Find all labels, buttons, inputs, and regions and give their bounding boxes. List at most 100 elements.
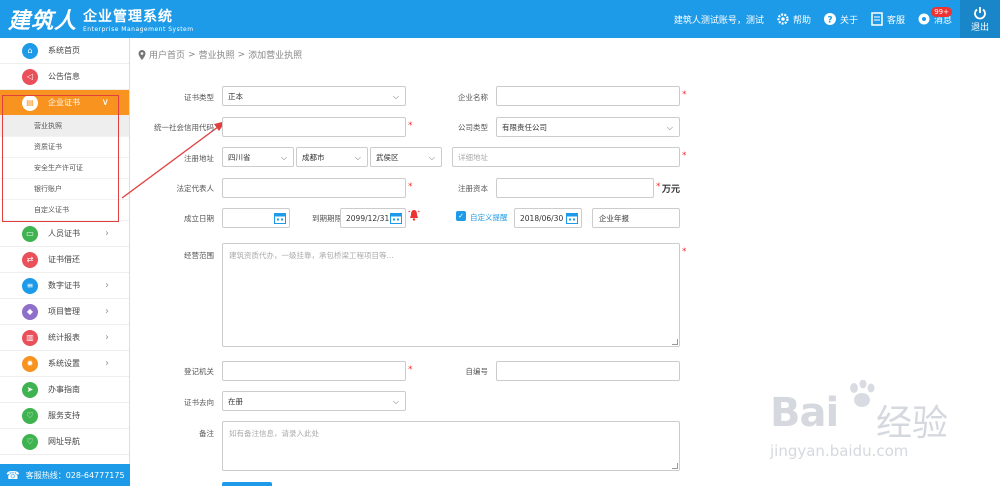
sidebar-item-guide[interactable]: ➤ 办事指南 (0, 377, 129, 403)
breadcrumb: 用户首页 > 营业执照 > 添加营业执照 (138, 48, 302, 61)
sidebar-item-company-cert[interactable]: ▤ 企业证书 ∨ (0, 90, 129, 116)
sidebar-item-label: 网址导航 (48, 437, 80, 446)
app-logo[interactable]: 建筑人 企业管理系统 Enterprise Management System (8, 4, 194, 35)
company-type-select[interactable]: 有限责任公司 ⌵ (496, 117, 680, 137)
remind-date-value: 2018/06/30 (520, 213, 564, 223)
expiry-label: 到期期限 (312, 214, 342, 223)
direction-select[interactable]: 在册 ⌵ (222, 391, 406, 411)
expiry-date-input[interactable]: 2099/12/31 (340, 208, 406, 228)
custom-remind-checkbox[interactable]: ✓ (456, 211, 466, 221)
required-mark: * (682, 247, 687, 257)
logo-subtitle-block: 企业管理系统 Enterprise Management System (83, 6, 194, 33)
sidebar-item-personnel-cert[interactable]: ▭ 人员证书 › (0, 221, 129, 247)
submenu-bank-account[interactable]: 银行账户 (0, 179, 129, 200)
graduation-cap-icon: ◆ (22, 303, 38, 320)
breadcrumb-separator: > (237, 49, 246, 60)
sidebar-item-project[interactable]: ◆ 项目管理 › (0, 299, 129, 325)
chevron-down-icon: ⌵ (428, 153, 435, 162)
company-name-input[interactable] (496, 86, 680, 106)
logo-subtitle: Enterprise Management System (83, 25, 194, 33)
credit-code-label: 统一社会信用代码 (154, 123, 214, 132)
submenu-qualification-cert[interactable]: 资质证书 (0, 137, 129, 158)
sidebar-item-label: 统计报表 (48, 333, 80, 342)
calendar-icon[interactable] (274, 212, 286, 224)
required-mark: * (682, 151, 687, 161)
remind-text-input[interactable]: 企业年报 (592, 208, 680, 228)
watermark-brand: Bai (770, 390, 839, 436)
legal-rep-input[interactable] (222, 178, 406, 198)
remind-text-value: 企业年报 (599, 213, 629, 223)
watermark-url: jingyan.baidu.com (770, 442, 909, 460)
sidebar-item-digital-cert[interactable]: ≡ 数字证书 › (0, 273, 129, 299)
cert-type-value: 正本 (228, 91, 243, 101)
district-value: 武侯区 (376, 152, 399, 162)
exit-button[interactable]: 退出 (960, 0, 1000, 38)
about-button[interactable]: ? 关于 (823, 12, 858, 26)
detail-address-placeholder: 详细地址 (458, 152, 488, 162)
alarm-bell-icon[interactable] (408, 209, 420, 221)
resize-handle[interactable] (672, 339, 678, 345)
chevron-down-icon: ⌵ (392, 92, 399, 101)
megaphone-icon: ◁ (22, 68, 38, 85)
sidebar-item-settings[interactable]: ✹ 系统设置 › (0, 351, 129, 377)
province-select[interactable]: 四川省 ⌵ (222, 147, 294, 167)
submenu-custom-cert[interactable]: 自定义证书 (0, 200, 129, 221)
sidebar-item-label: 证书借还 (48, 255, 80, 264)
credit-code-input[interactable] (222, 117, 406, 137)
account-name[interactable]: 建筑人测试账号，测试 (674, 13, 764, 26)
cert-type-select[interactable]: 正本 ⌵ (222, 86, 406, 106)
capital-label: 注册资本 (458, 184, 488, 193)
resize-handle[interactable] (672, 463, 678, 469)
submenu-safety-license[interactable]: 安全生产许可证 (0, 158, 129, 179)
sidebar-item-cert-borrow[interactable]: ⇄ 证书借还 (0, 247, 129, 273)
submenu-business-license[interactable]: 营业执照 (0, 116, 129, 137)
company-type-value: 有限责任公司 (502, 122, 547, 132)
found-date-input[interactable] (222, 208, 290, 228)
code-input[interactable] (496, 361, 680, 381)
gear-icon (777, 13, 789, 25)
sidebar-item-reports[interactable]: ▥ 统计报表 › (0, 325, 129, 351)
remind-date-input[interactable]: 2018/06/30 (514, 208, 582, 228)
chevron-down-icon: ⌵ (392, 397, 399, 406)
calendar-icon[interactable] (566, 212, 578, 224)
sidebar-item-support[interactable]: ♡ 服务支持 (0, 403, 129, 429)
service-label: 客服 (886, 15, 905, 26)
calendar-icon[interactable] (390, 212, 402, 224)
required-mark: * (408, 365, 413, 375)
custom-remind-label[interactable]: 自定义提醒 (470, 212, 508, 223)
capital-input[interactable] (496, 178, 654, 198)
help-button[interactable]: 帮助 (776, 12, 811, 26)
service-button[interactable]: 客服 (870, 12, 905, 26)
found-date-label: 成立日期 (184, 214, 214, 223)
exit-label: 退出 (970, 22, 989, 33)
city-value: 成都市 (302, 152, 325, 162)
location-pin-icon (138, 49, 146, 60)
scope-textarea[interactable]: 建筑资质代办，一级挂靠，承包桥梁工程项目等... (222, 243, 680, 347)
paper-plane-icon: ➤ (22, 381, 38, 398)
power-icon (974, 6, 986, 19)
remark-placeholder: 如有备注信息，请录入此处 (229, 429, 319, 438)
required-mark: * (682, 90, 687, 100)
scope-label: 经营范围 (184, 251, 214, 260)
sidebar-item-label: 企业证书 (48, 98, 80, 107)
chevron-right-icon: › (105, 280, 109, 291)
submit-button[interactable] (222, 482, 272, 486)
help-label: 帮助 (792, 15, 811, 26)
reg-authority-input[interactable] (222, 361, 406, 381)
sidebar-item-notice[interactable]: ◁ 公告信息 (0, 64, 129, 90)
breadcrumb-section[interactable]: 营业执照 (199, 48, 235, 61)
hotline-bar: ☎ 客服热线：028-64777175 (0, 464, 130, 486)
message-icon (918, 13, 930, 25)
message-badge: 99+ (931, 7, 952, 17)
district-select[interactable]: 武侯区 ⌵ (370, 147, 442, 167)
sidebar-item-home[interactable]: ⌂ 系统首页 (0, 38, 129, 64)
detail-address-input[interactable]: 详细地址 (452, 147, 680, 167)
city-select[interactable]: 成都市 ⌵ (296, 147, 368, 167)
breadcrumb-home[interactable]: 用户首页 (149, 48, 185, 61)
sidebar-item-links[interactable]: ♡ 网址导航 (0, 429, 129, 455)
sidebar-item-label: 系统首页 (48, 46, 80, 55)
header-actions: 建筑人测试账号，测试 帮助 ? 关于 客服 消息 (674, 0, 952, 38)
company-type-label: 公司类型 (458, 123, 488, 132)
remark-textarea[interactable]: 如有备注信息，请录入此处 (222, 421, 680, 471)
top-header: 建筑人 企业管理系统 Enterprise Management System … (0, 0, 1000, 38)
